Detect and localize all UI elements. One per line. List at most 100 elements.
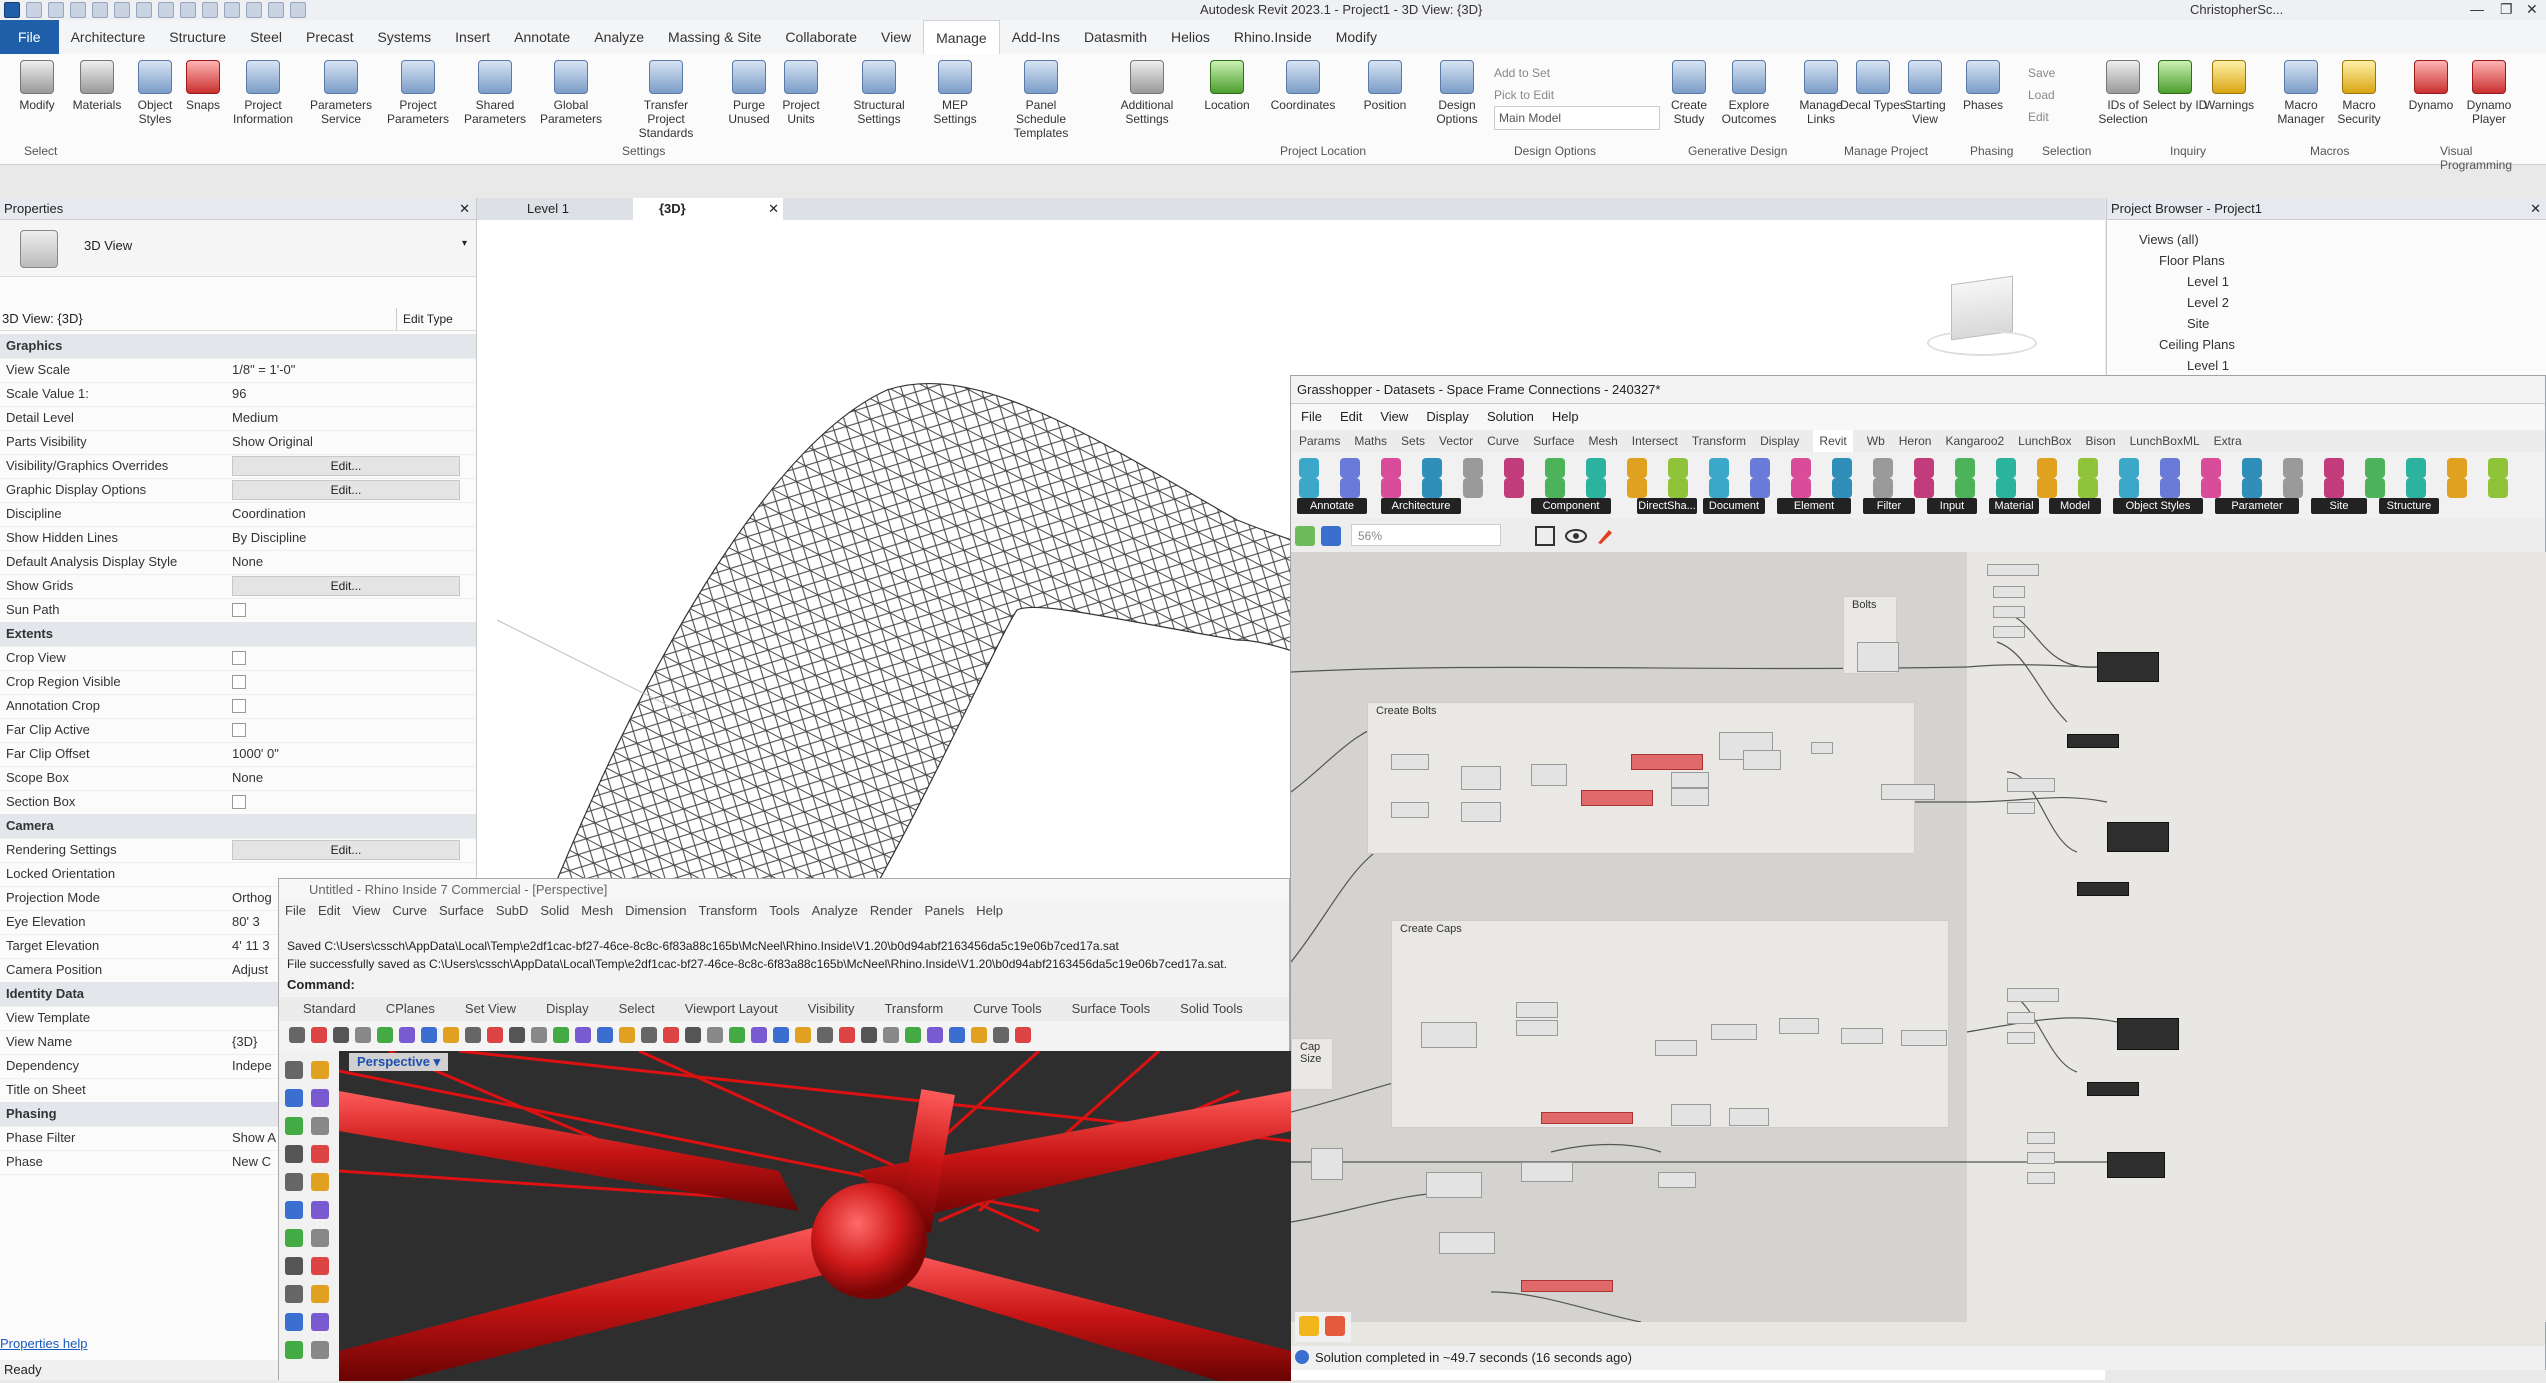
gh-component-icon[interactable] (2406, 458, 2426, 478)
gh-component-icon[interactable] (1955, 458, 1975, 478)
rhino-menu-surface[interactable]: Surface (439, 901, 484, 921)
gh-component-icon[interactable] (2447, 478, 2467, 498)
gh-component[interactable] (1391, 754, 1429, 770)
open-file-icon[interactable] (1295, 526, 1315, 546)
property-value[interactable]: None (232, 766, 263, 790)
property-value[interactable]: Orthog (232, 886, 272, 910)
parameters-service-button[interactable]: Parameters Service (308, 60, 374, 126)
tab-analyze[interactable]: Analyze (582, 20, 656, 54)
gh-component-icon[interactable] (1627, 458, 1647, 478)
close-icon[interactable]: ✕ (2526, 1, 2538, 18)
gh-tab-mesh[interactable]: Mesh (1588, 430, 1617, 452)
transfer-project-standards-button[interactable]: Transfer Project Standards (633, 60, 699, 140)
rhino-side-tool-icon[interactable] (311, 1145, 329, 1163)
rhino-tool-icon[interactable] (883, 1027, 899, 1043)
gh-component[interactable] (2007, 802, 2035, 814)
gh-component-icon[interactable] (1668, 458, 1688, 478)
rhino-side-tool-icon[interactable] (311, 1089, 329, 1107)
gh-category-structure[interactable]: Structure (2379, 498, 2439, 514)
property-value[interactable]: 1000' 0" (232, 742, 279, 766)
rhino-tool-icon[interactable] (289, 1027, 305, 1043)
gh-tab-kangaroo2[interactable]: Kangaroo2 (1945, 430, 2004, 452)
location-button[interactable]: Location (1194, 60, 1260, 112)
gh-component[interactable] (1516, 1020, 1558, 1036)
tab-view[interactable]: View (869, 20, 923, 54)
viewport-label[interactable]: Perspective ▾ (349, 1053, 449, 1071)
property-edit-button[interactable]: Edit... (232, 840, 460, 860)
type-selector[interactable]: 3D View ▾ (0, 220, 476, 277)
gh-component-icon[interactable] (2324, 458, 2344, 478)
gh-component[interactable] (1311, 1148, 1343, 1180)
property-checkbox[interactable] (232, 699, 246, 713)
rhino-side-tool-icon[interactable] (311, 1061, 329, 1079)
property-value[interactable]: New C (232, 1150, 271, 1174)
edit-selection-button[interactable]: Edit (2028, 106, 2055, 128)
coordinates-button[interactable]: Coordinates (1270, 60, 1336, 112)
gh-category-object-styles[interactable]: Object Styles (2113, 498, 2203, 514)
rhino-tool-icon[interactable] (443, 1027, 459, 1043)
rhino-tab-surface-tools[interactable]: Surface Tools (1072, 997, 1151, 1021)
gh-menu-edit[interactable]: Edit (1340, 404, 1362, 430)
edit-type-button[interactable]: Edit Type (396, 308, 453, 330)
gh-category-element[interactable]: Element (1777, 498, 1851, 514)
gh-category-input[interactable]: Input (1927, 498, 1977, 514)
rhino-side-tool-icon[interactable] (285, 1117, 303, 1135)
instance-selector[interactable]: 3D View: {3D} Edit Type (0, 308, 476, 331)
rhino-tool-icon[interactable] (377, 1027, 393, 1043)
command-prompt[interactable]: Command: (287, 977, 355, 992)
gh-component-icon[interactable] (1504, 458, 1524, 478)
property-value[interactable]: 96 (232, 382, 246, 406)
rhino-tool-icon[interactable] (509, 1027, 525, 1043)
browser-item-site[interactable]: Site (2187, 316, 2209, 331)
pick-to-edit-button[interactable]: Pick to Edit (1494, 84, 1660, 106)
tab-level-1[interactable]: Level 1 (501, 198, 621, 220)
rhino-menu-tools[interactable]: Tools (769, 901, 799, 921)
gh-component-icon[interactable] (1832, 478, 1852, 498)
property-value[interactable]: 1/8" = 1'-0" (232, 358, 295, 382)
gh-component[interactable] (1521, 1162, 1573, 1182)
rhino-tool-icon[interactable] (355, 1027, 371, 1043)
rhino-tool-icon[interactable] (399, 1027, 415, 1043)
rhino-tool-icon[interactable] (641, 1027, 657, 1043)
gh-component[interactable] (1581, 790, 1653, 806)
rhino-menu-render[interactable]: Render (870, 901, 913, 921)
gh-component-icon[interactable] (1709, 458, 1729, 478)
rhino-tool-icon[interactable] (1015, 1027, 1031, 1043)
rhino-tool-icon[interactable] (311, 1027, 327, 1043)
main-model-select[interactable]: Main Model (1494, 106, 1660, 130)
property-value[interactable]: None (232, 550, 263, 574)
rhino-tab-viewport-layout[interactable]: Viewport Layout (685, 997, 778, 1021)
gh-component-icon[interactable] (1422, 478, 1442, 498)
rhino-tool-icon[interactable] (685, 1027, 701, 1043)
save-file-icon[interactable] (1321, 526, 1341, 546)
gh-component-icon[interactable] (2201, 458, 2221, 478)
rhino-side-tool-icon[interactable] (311, 1341, 329, 1359)
warnings-button[interactable]: Warnings (2196, 60, 2262, 112)
rhino-tab-visibility[interactable]: Visibility (808, 997, 855, 1021)
gh-component-icon[interactable] (1750, 478, 1770, 498)
gh-menu-file[interactable]: File (1301, 404, 1322, 430)
rhino-side-tool-icon[interactable] (285, 1313, 303, 1331)
gh-component[interactable] (2027, 1152, 2055, 1164)
gh-category-annotate[interactable]: Annotate (1297, 498, 1367, 514)
gh-component-icon[interactable] (1873, 458, 1893, 478)
tab-datasmith[interactable]: Datasmith (1072, 20, 1159, 54)
gh-component-icon[interactable] (2365, 458, 2385, 478)
gh-tab-maths[interactable]: Maths (1354, 430, 1387, 452)
tab-annotate[interactable]: Annotate (502, 20, 582, 54)
grasshopper-canvas[interactable]: Create Bolts Create Caps Cap Size Bolts (1291, 552, 1967, 1322)
rhino-tool-icon[interactable] (707, 1027, 723, 1043)
gh-component-icon[interactable] (2324, 478, 2344, 498)
preview-eye-icon[interactable] (1565, 526, 1587, 546)
gh-tab-params[interactable]: Params (1299, 430, 1340, 452)
gh-component[interactable] (1521, 1280, 1613, 1292)
tab-add-ins[interactable]: Add-Ins (1000, 20, 1072, 54)
rhino-side-tool-icon[interactable] (311, 1173, 329, 1191)
gh-component-icon[interactable] (1381, 478, 1401, 498)
rhino-tool-icon[interactable] (663, 1027, 679, 1043)
gh-component[interactable] (2077, 882, 2129, 896)
gh-tab-display[interactable]: Display (1760, 430, 1799, 452)
rhino-menu-help[interactable]: Help (976, 901, 1003, 921)
rhino-tool-icon[interactable] (905, 1027, 921, 1043)
rhino-menu-edit[interactable]: Edit (318, 901, 340, 921)
